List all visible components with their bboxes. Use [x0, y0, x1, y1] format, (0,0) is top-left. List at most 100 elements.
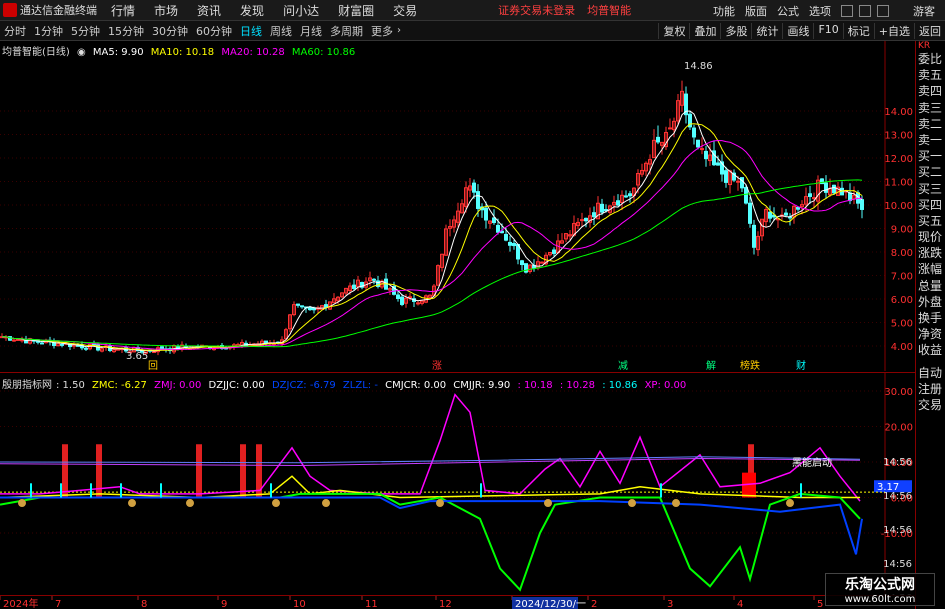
period-15min[interactable]: 15分钟	[104, 23, 148, 39]
money-bag-icon	[128, 499, 136, 508]
cmjcr-label: CMJCR: 0.00	[385, 380, 447, 391]
side-item[interactable]: 买二	[916, 164, 945, 180]
side-header[interactable]: KR	[916, 41, 945, 51]
menu-market[interactable]: 市场	[154, 2, 178, 19]
candle-body	[812, 197, 816, 200]
candle-body	[324, 304, 328, 308]
side-item[interactable]: 买一	[916, 148, 945, 164]
side-item[interactable]: 现价	[916, 229, 945, 245]
side-item[interactable]: 换手	[916, 310, 945, 326]
menu-layout[interactable]: 版面	[745, 3, 767, 19]
overlay-button[interactable]: 叠加	[689, 22, 720, 39]
candle-body	[580, 219, 584, 222]
event-tag[interactable]: 涨	[432, 360, 442, 372]
indicator-chart[interactable]: 30.00 20.00 10.00 0.00 -10.00 3.17 14:56 14:56 1…	[0, 372, 915, 604]
side-item[interactable]: 卖三	[916, 100, 945, 116]
side-item[interactable]: 净资	[916, 326, 945, 342]
event-tag[interactable]: 减	[618, 360, 628, 372]
multi-stock-button[interactable]: 多股	[720, 22, 751, 39]
period-weekly[interactable]: 周线	[266, 23, 296, 39]
menu-quotes[interactable]: 行情	[111, 2, 135, 19]
ind-ma2-label: : 10.28	[559, 380, 596, 391]
time-axis-label: 9	[221, 599, 227, 609]
candle-body	[504, 233, 508, 241]
settings-icon[interactable]: ◉	[77, 47, 86, 58]
side-quote-panel: KR 委比 卖五 卖四 卖三 卖二 卖一 买一 买二 买三 买四 买五 现价 涨跌 涨幅 总量 外盘 换手 净资收…	[915, 41, 945, 609]
chevron-right-icon[interactable]: ›	[397, 25, 401, 36]
period-1min[interactable]: 1分钟	[30, 23, 67, 39]
statistics-button[interactable]: 统计	[751, 22, 782, 39]
cyan-bar	[270, 483, 272, 498]
add-watchlist-button[interactable]: +自选	[873, 22, 914, 39]
side-item[interactable]: 卖五	[916, 67, 945, 83]
maximize-icon[interactable]	[859, 4, 871, 17]
side-item[interactable]: 涨跌	[916, 245, 945, 261]
candle-body	[352, 284, 356, 289]
side-item[interactable]: 委比	[916, 51, 945, 67]
period-30min[interactable]: 30分钟	[148, 23, 192, 39]
menu-function[interactable]: 功能	[713, 3, 735, 19]
adjust-button[interactable]: 复权	[658, 22, 689, 39]
side-item[interactable]: 买三	[916, 181, 945, 197]
side-item[interactable]: 买四	[916, 197, 945, 213]
event-tag[interactable]: 解	[706, 359, 716, 372]
side-item-secondary[interactable]: 自动	[916, 365, 945, 381]
close-icon[interactable]	[877, 4, 889, 17]
candle-body	[372, 278, 376, 281]
guest-user[interactable]: 游客	[913, 3, 935, 19]
period-monthly[interactable]: 月线	[296, 23, 326, 39]
side-item[interactable]: 涨幅	[916, 261, 945, 277]
period-60min[interactable]: 60分钟	[192, 23, 236, 39]
menu-wealth[interactable]: 财富圈	[338, 2, 374, 19]
candle-body	[472, 182, 476, 193]
time-axis-label: 2	[591, 599, 597, 609]
menu-discover[interactable]: 发现	[240, 2, 264, 19]
side-item[interactable]: 外盘	[916, 294, 945, 310]
login-status[interactable]: 证券交易未登录	[498, 2, 575, 18]
event-tag[interactable]: 财	[796, 359, 806, 372]
side-item-secondary[interactable]: 注册	[916, 381, 945, 397]
event-tag[interactable]: 回	[148, 360, 158, 372]
side-item[interactable]: 卖二	[916, 116, 945, 132]
draw-line-button[interactable]: 画线	[782, 22, 813, 39]
price-axis-label: 13.00	[884, 131, 913, 142]
menu-formula[interactable]: 公式	[777, 3, 799, 19]
menu-options[interactable]: 选项	[809, 3, 831, 19]
indicator-name[interactable]: 殷朋指标网	[2, 380, 52, 391]
period-daily[interactable]: 日线	[236, 23, 266, 39]
period-5min[interactable]: 5分钟	[67, 23, 104, 39]
kline-svg[interactable]: 14.00 13.00 12.00 11.00 10.00 9.00 8.00 7.00 6.0…	[0, 41, 915, 372]
menu-news[interactable]: 资讯	[197, 2, 221, 19]
side-item[interactable]: 卖一	[916, 132, 945, 148]
candle-body	[16, 338, 20, 341]
f10-button[interactable]: F10	[813, 22, 842, 39]
candle-body	[492, 217, 496, 224]
side-item[interactable]: 收益	[916, 342, 945, 358]
period-more[interactable]: 更多	[367, 23, 397, 39]
mark-button[interactable]: 标记	[842, 22, 874, 39]
side-item[interactable]: 卖四	[916, 83, 945, 99]
candle-body	[508, 241, 512, 246]
menu-ask[interactable]: 问小达	[283, 2, 319, 19]
period-multi[interactable]: 多周期	[326, 23, 367, 39]
side-item[interactable]: 总量	[916, 278, 945, 294]
cyan-bar	[120, 483, 122, 498]
event-tag[interactable]: 榜跌	[740, 359, 760, 372]
indicator-svg[interactable]: 30.0020.0010.000.00-10.003.1714:5614:561…	[0, 373, 915, 604]
side-item[interactable]: 买五	[916, 213, 945, 229]
candle-body	[496, 224, 500, 233]
back-button[interactable]: 返回	[914, 22, 945, 39]
side-item-secondary[interactable]: 交易	[916, 397, 945, 413]
candle-body	[296, 303, 300, 306]
candle-body	[668, 127, 672, 130]
main-kline-chart[interactable]: 14.00 13.00 12.00 11.00 10.00 9.00 8.00 7.00 6.0…	[0, 41, 915, 372]
menu-trade[interactable]: 交易	[393, 2, 417, 19]
indicator-time-label: 14:56	[883, 559, 912, 570]
price-low-label: 3.65	[126, 351, 148, 362]
cyan-bar	[90, 483, 92, 498]
price-axis-label: 9.00	[891, 225, 913, 236]
minimize-icon[interactable]	[841, 4, 853, 17]
period-intraday[interactable]: 分时	[0, 23, 30, 39]
indicator-time-label: 14:56	[883, 491, 912, 502]
price-high-label: 14.86	[684, 61, 713, 72]
